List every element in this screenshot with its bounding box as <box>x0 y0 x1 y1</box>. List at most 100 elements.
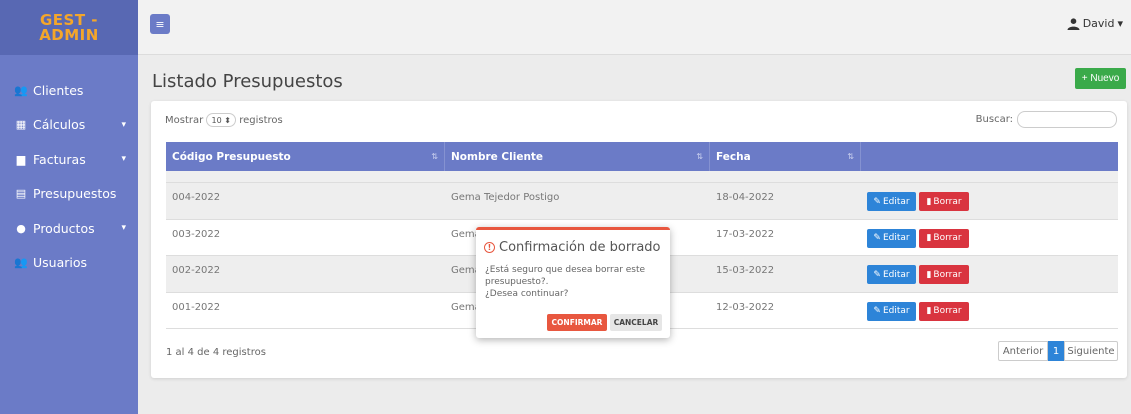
delete-button[interactable]: ▮ Borrar <box>919 228 969 248</box>
sort-icon: ⇅ <box>847 152 854 161</box>
length-select[interactable]: 10 ⬍ <box>206 113 237 127</box>
users-icon: 👥 <box>14 83 28 97</box>
sidebar-item-calculos[interactable]: ▦ Cálculos ▾ <box>0 108 138 143</box>
show-label: Mostrar <box>165 114 204 126</box>
cell-code: 004-2022 <box>172 192 221 203</box>
pagination-page-1[interactable]: 1 <box>1048 341 1064 361</box>
delete-button[interactable]: ▮ Borrar <box>919 301 969 321</box>
sidebar-item-facturas[interactable]: ▆ Facturas ▾ <box>0 142 138 177</box>
edit-button[interactable]: ✎ Editar <box>867 192 916 211</box>
edit-label: Editar <box>882 233 910 243</box>
delete-button[interactable]: ▮ Borrar <box>919 265 969 284</box>
calculator-icon: ▦ <box>15 118 27 132</box>
delete-label: Borrar <box>933 269 962 280</box>
confirm-button[interactable]: CONFIRMAR <box>547 314 607 331</box>
pagination-previous[interactable]: Anterior <box>998 341 1048 361</box>
search-label: Buscar: <box>975 114 1013 125</box>
records-label: registros <box>239 114 283 126</box>
column-header-label: Fecha <box>716 150 751 163</box>
table-filter-row <box>166 171 1118 183</box>
sidebar-item-presupuestos[interactable]: ▤ Presupuestos <box>0 177 138 212</box>
edit-label: Editar <box>882 196 910 207</box>
chevron-down-icon: ▾ <box>1117 17 1123 30</box>
trash-icon: ▮ <box>926 233 932 243</box>
column-header-client[interactable]: Nombre Cliente ⇅ <box>445 142 710 171</box>
column-header-label: Nombre Cliente <box>451 150 544 163</box>
pagination-next[interactable]: Siguiente <box>1064 341 1118 361</box>
users-cog-icon: 👥 <box>14 256 28 270</box>
column-header-date[interactable]: Fecha ⇅ <box>710 142 861 171</box>
sidebar-item-productos[interactable]: ● Productos ▾ <box>0 211 138 246</box>
user-icon <box>1067 17 1080 30</box>
topbar: ≡ David ▾ <box>138 0 1131 55</box>
sidebar-item-usuarios[interactable]: 👥 Usuarios <box>0 246 138 281</box>
brand-line-2: ADMIN <box>39 25 99 44</box>
product-icon: ● <box>16 221 26 235</box>
edit-icon: ✎ <box>873 233 881 243</box>
sidebar-item-label: Usuarios <box>33 255 88 271</box>
sidebar-item-label: Cálculos <box>33 117 86 133</box>
trash-icon: ▮ <box>926 196 932 207</box>
cell-actions: ✎ Editar ▮ Borrar <box>861 256 1118 292</box>
cell-date: 12-03-2022 <box>716 301 775 313</box>
column-header-actions <box>861 142 1118 171</box>
sidebar-item-label: Clientes <box>33 82 84 98</box>
pagination: Anterior 1 Siguiente <box>998 341 1118 361</box>
user-menu[interactable]: David ▾ <box>1067 17 1123 30</box>
cell-client: Gema Tejedor Postigo <box>451 192 560 203</box>
page-title: Listado Presupuestos <box>152 71 343 92</box>
chevron-down-icon: ▾ <box>121 154 126 165</box>
brand-logo[interactable]: GEST - ADMIN <box>0 0 138 55</box>
dialog-message-line: ¿Está seguro que desea borrar este <box>485 265 646 275</box>
document-icon: ▤ <box>15 187 27 201</box>
table-info: 1 al 4 de 4 registros <box>166 347 266 358</box>
trash-icon: ▮ <box>926 306 932 316</box>
cell-date: 18-04-2022 <box>716 192 775 203</box>
dialog-message: ¿Está seguro que desea borrar este presu… <box>485 264 665 300</box>
sidebar: GEST - ADMIN 👥 Clientes ▦ Cálculos ▾ ▆ F… <box>0 0 138 414</box>
sidebar-item-label: Productos <box>33 220 95 236</box>
cell-code: 001-2022 <box>172 301 221 313</box>
column-header-code[interactable]: Código Presupuesto ⇅ <box>166 142 445 171</box>
search-control: Buscar: <box>976 111 1117 128</box>
edit-button[interactable]: ✎ Editar <box>867 265 916 284</box>
cell-actions: ✎ Editar ▮ Borrar <box>861 220 1118 256</box>
user-name: David <box>1082 17 1115 30</box>
delete-button[interactable]: ▮ Borrar <box>919 192 969 211</box>
cell-actions: ✎ Editar ▮ Borrar <box>861 183 1118 219</box>
cancel-button[interactable]: CANCELAR <box>610 314 662 331</box>
edit-button[interactable]: ✎ Editar <box>867 228 916 248</box>
cell-code: 002-2022 <box>172 265 221 276</box>
table-row: 004-2022 Gema Tejedor Postigo 18-04-2022… <box>166 183 1118 220</box>
chevron-down-icon: ▾ <box>121 223 126 234</box>
delete-label: Borrar <box>933 306 962 316</box>
edit-button[interactable]: ✎ Editar <box>867 301 916 321</box>
sort-icon: ⇅ <box>431 152 438 161</box>
sidebar-nav: 👥 Clientes ▦ Cálculos ▾ ▆ Facturas ▾ ▤ P… <box>0 55 138 280</box>
edit-icon: ✎ <box>873 196 881 207</box>
edit-icon: ✎ <box>873 269 881 280</box>
cell-actions: ✎ Editar ▮ Borrar <box>861 293 1118 329</box>
cell-date: 17-03-2022 <box>716 228 775 240</box>
table-header: Código Presupuesto ⇅ Nombre Cliente ⇅ Fe… <box>166 142 1118 171</box>
dialog-title-text: Confirmación de borrado <box>499 240 661 255</box>
cell-date: 15-03-2022 <box>716 265 775 276</box>
length-control: Mostrar 10 ⬍ registros <box>165 113 283 127</box>
warning-icon: ! <box>484 242 495 253</box>
dialog-title: ! Confirmación de borrado <box>484 240 661 255</box>
chevron-down-icon: ▾ <box>121 119 126 130</box>
sidebar-item-clientes[interactable]: 👥 Clientes <box>0 73 138 108</box>
dialog-message-line: ¿Desea continuar? <box>485 289 569 299</box>
dialog-message-line: presupuesto?. <box>485 277 549 287</box>
search-input[interactable] <box>1017 111 1117 128</box>
delete-label: Borrar <box>933 196 962 207</box>
edit-label: Editar <box>882 269 910 280</box>
menu-toggle-button[interactable]: ≡ <box>150 14 170 34</box>
delete-label: Borrar <box>933 233 962 243</box>
sidebar-item-label: Presupuestos <box>33 186 117 202</box>
confirm-delete-dialog: ! Confirmación de borrado ¿Está seguro q… <box>476 227 670 338</box>
file-icon: ▆ <box>16 152 26 166</box>
trash-icon: ▮ <box>926 269 932 280</box>
new-button[interactable]: + Nuevo <box>1075 68 1126 89</box>
column-header-label: Código Presupuesto <box>172 150 291 163</box>
